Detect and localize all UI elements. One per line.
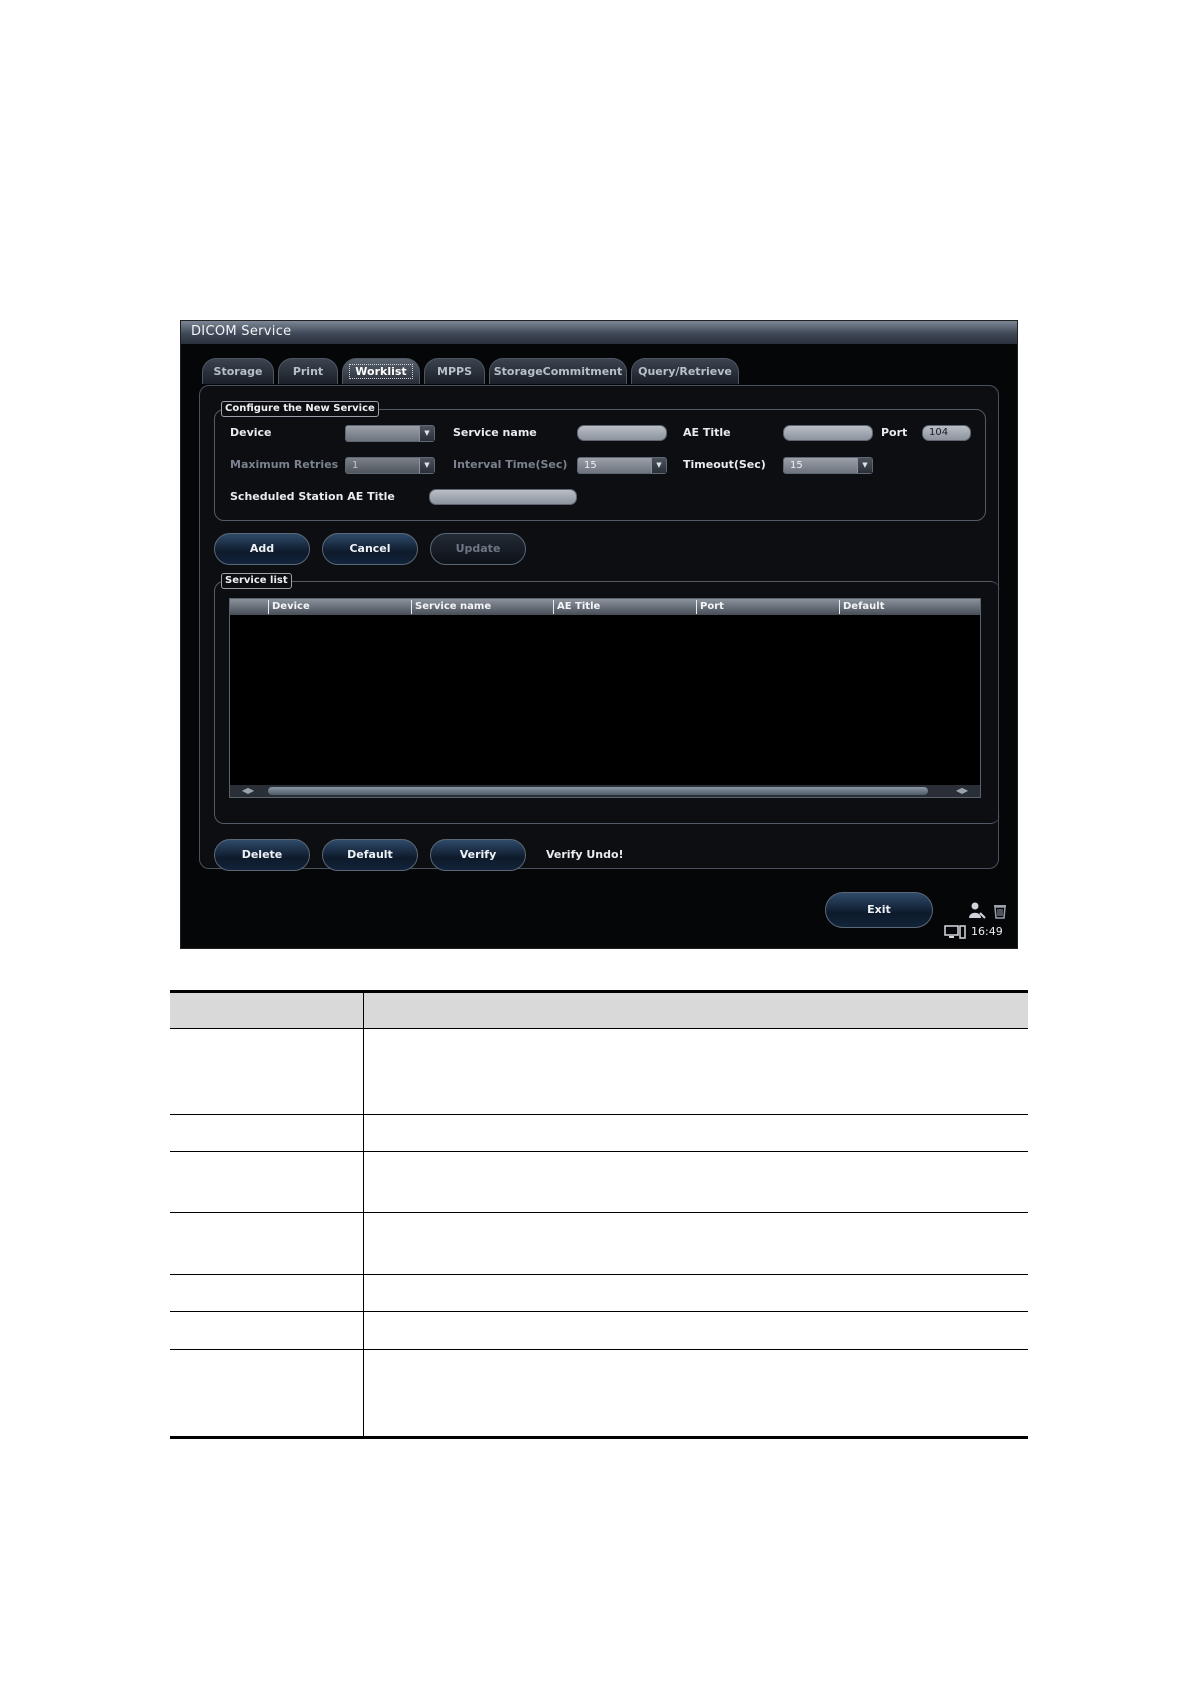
timeout-combo[interactable]: 15 ▼ <box>783 457 873 474</box>
service-name-input[interactable] <box>577 425 667 441</box>
device-label: Device <box>230 426 272 439</box>
configure-group: Configure the New Service Device ▼ Servi… <box>214 401 986 521</box>
interval-time-combo[interactable]: 15 ▼ <box>577 457 667 474</box>
table-row <box>170 1212 1028 1213</box>
service-list-group: Service list Device Service name AE Titl… <box>214 573 1000 824</box>
ae-title-label: AE Title <box>683 426 731 439</box>
verify-status: Verify Undo! <box>546 848 624 861</box>
port-label: Port <box>881 426 908 439</box>
update-button[interactable]: Update <box>430 533 526 565</box>
table-row <box>170 1311 1028 1312</box>
max-retries-combo[interactable]: 1 ▼ <box>345 457 435 474</box>
ae-title-input[interactable] <box>783 425 873 441</box>
horizontal-scrollbar[interactable]: ◀▶ ◀▶ <box>230 785 980 797</box>
table-row <box>170 1349 1028 1350</box>
user-icon[interactable] <box>968 901 986 919</box>
chevron-down-icon: ▼ <box>419 426 434 441</box>
delete-button[interactable]: Delete <box>214 839 310 871</box>
interval-time-label: Interval Time(Sec) <box>453 458 568 471</box>
max-retries-label: Maximum Retries <box>230 458 339 471</box>
description-table <box>170 990 1028 1439</box>
table-row <box>170 1274 1028 1275</box>
worklist-panel: Configure the New Service Device ▼ Servi… <box>199 385 1000 871</box>
chevron-down-icon: ▼ <box>857 458 872 473</box>
service-list-legend: Service list <box>221 573 292 589</box>
tab-mpps[interactable]: MPPS <box>424 358 485 384</box>
title-bar: DICOM Service <box>181 321 1017 344</box>
service-list-table[interactable]: Device Service name AE Title Port Defaul… <box>229 598 981 798</box>
cancel-button[interactable]: Cancel <box>322 533 418 565</box>
table-column-divider <box>363 993 364 1436</box>
column-port[interactable]: Port <box>696 600 838 614</box>
scheduled-station-input[interactable] <box>429 489 577 505</box>
scheduled-station-label: Scheduled Station AE Title <box>230 490 395 503</box>
device-combo[interactable]: ▼ <box>345 425 435 442</box>
scrollbar-thumb[interactable] <box>268 787 928 795</box>
table-row <box>170 1114 1028 1115</box>
configure-legend: Configure the New Service <box>221 401 379 417</box>
verify-button[interactable]: Verify <box>430 839 526 871</box>
clock-time: 16:49 <box>971 925 1003 938</box>
column-device[interactable]: Device <box>268 600 410 614</box>
chevron-down-icon: ▼ <box>419 458 434 473</box>
tab-storagecommitment[interactable]: StorageCommitment <box>489 358 627 384</box>
tab-worklist[interactable]: Worklist <box>342 358 420 384</box>
tab-storage[interactable]: Storage <box>202 358 274 384</box>
timeout-label: Timeout(Sec) <box>683 458 766 471</box>
table-row <box>170 1151 1028 1152</box>
default-button[interactable]: Default <box>322 839 418 871</box>
trash-icon[interactable] <box>993 903 1007 919</box>
table-header-row <box>170 993 1028 1029</box>
add-button[interactable]: Add <box>214 533 310 565</box>
tab-print[interactable]: Print <box>278 358 338 384</box>
dicom-service-window: DICOM Service Storage Print Worklist MPP… <box>181 321 1017 948</box>
port-input[interactable]: 104 <box>922 425 971 441</box>
column-ae-title[interactable]: AE Title <box>553 600 695 614</box>
tab-query-retrieve[interactable]: Query/Retrieve <box>631 358 739 384</box>
chevron-down-icon: ▼ <box>651 458 666 473</box>
table-header: Device Service name AE Title Port Defaul… <box>230 599 980 615</box>
service-name-label: Service name <box>453 426 537 439</box>
monitor-icon[interactable] <box>944 925 966 939</box>
scroll-left-arrow-icon[interactable]: ◀▶ <box>232 785 264 797</box>
exit-button[interactable]: Exit <box>825 892 933 928</box>
scroll-right-arrow-icon[interactable]: ◀▶ <box>946 785 978 797</box>
column-default[interactable]: Default <box>839 600 973 614</box>
window-title: DICOM Service <box>191 324 292 339</box>
column-service-name[interactable]: Service name <box>411 600 553 614</box>
